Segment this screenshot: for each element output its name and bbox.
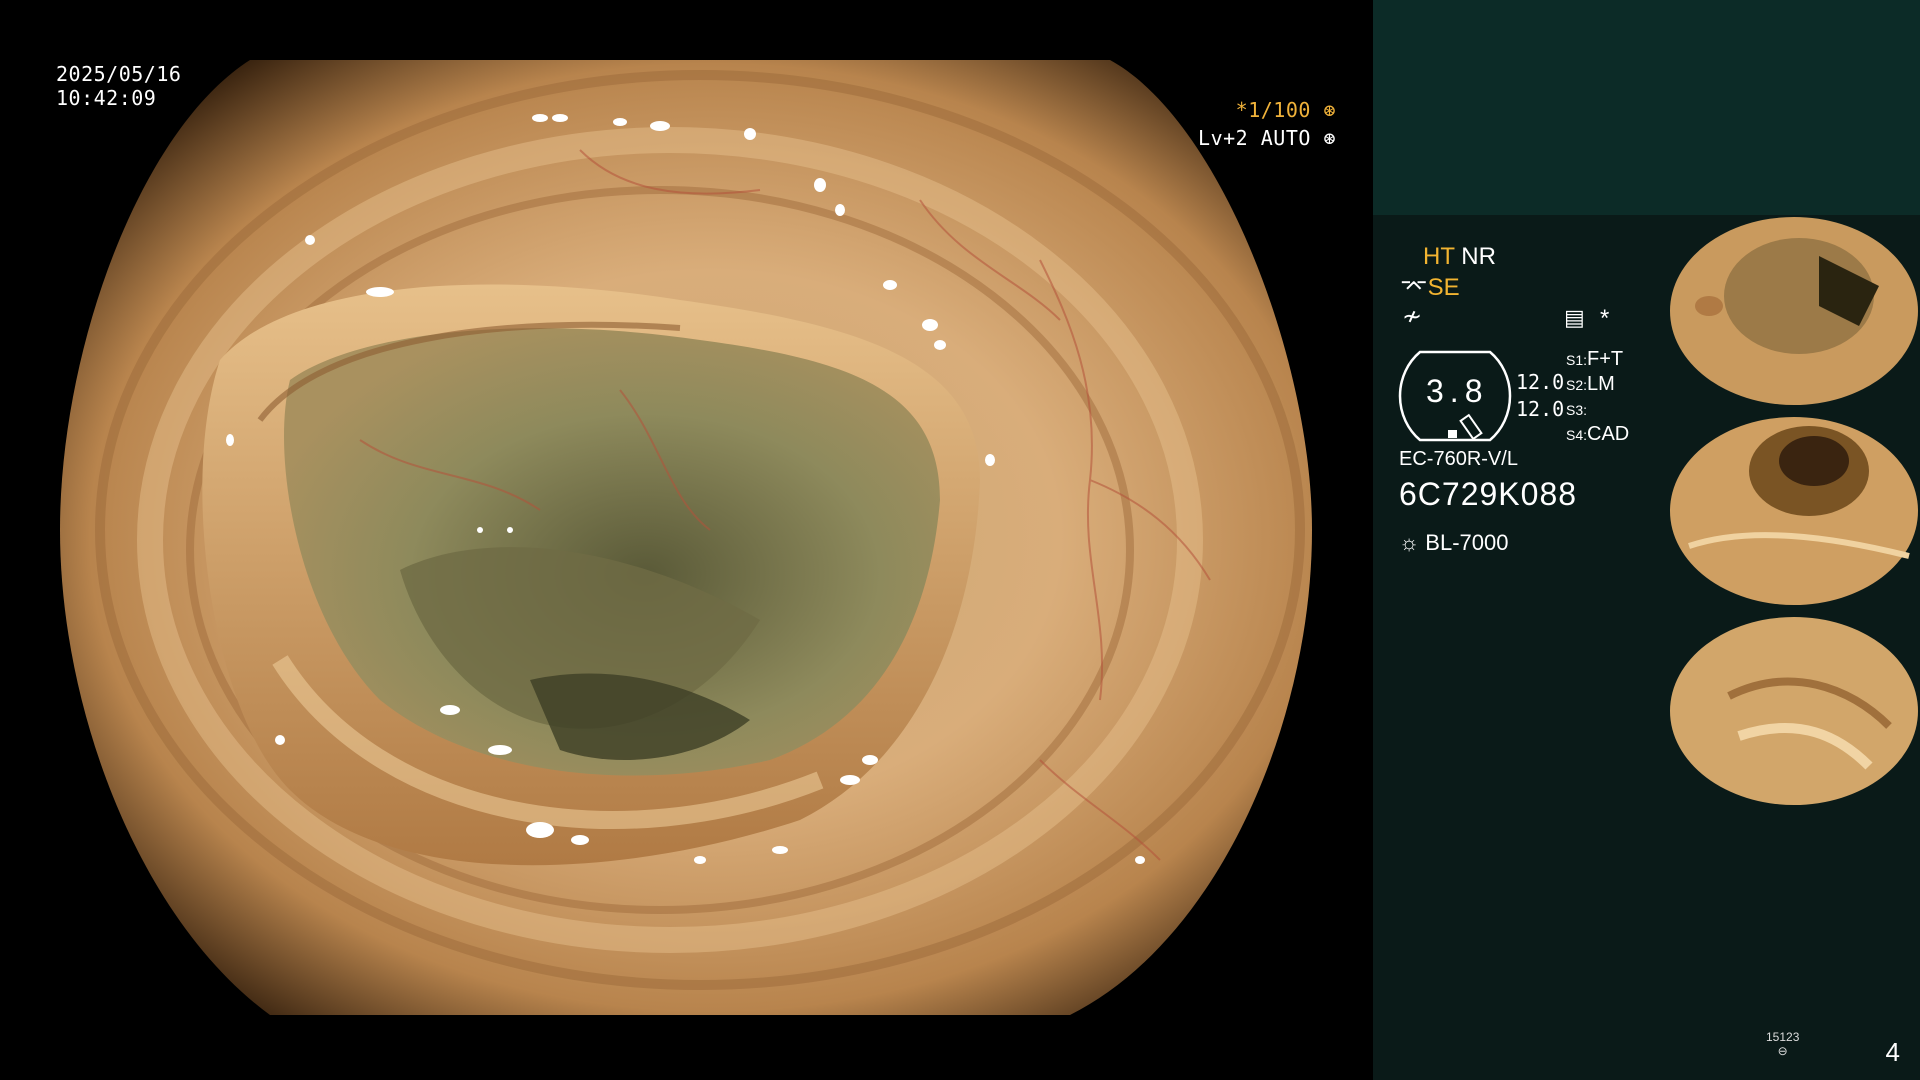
- structure-icon: ▤: [1564, 305, 1585, 330]
- freeze-icon: ≁: [1402, 303, 1423, 330]
- se-row: ⌤SE: [1400, 273, 1460, 302]
- iris-icon: ⊛: [1323, 126, 1336, 150]
- datetime-readout: 2025/05/16 10:42:09: [56, 62, 181, 110]
- value-b: 12.0: [1516, 397, 1565, 421]
- thumbnail-image: [1670, 617, 1918, 805]
- side-panel-header: [1373, 0, 1920, 215]
- shutter-text: *1/100: [1235, 98, 1311, 122]
- value-a: 12.0: [1516, 370, 1565, 394]
- disk-count: 15123: [1766, 1030, 1800, 1044]
- switch-s3: S3:: [1566, 402, 1588, 418]
- switch-s1: S1:F+T: [1566, 348, 1624, 370]
- disk-indicator: 15123 ⊖: [1766, 1030, 1799, 1058]
- ht-label: HT: [1423, 243, 1455, 270]
- thumbnail-image: [1670, 417, 1918, 605]
- level-text: Lv+2 AUTO: [1198, 126, 1311, 150]
- scope-model: EC-760R-V/L: [1399, 448, 1518, 470]
- date-text: 2025/05/16: [56, 62, 182, 86]
- disk-icon: ⊖: [1777, 1044, 1788, 1058]
- endoscopic-image: [60, 60, 1312, 1015]
- aperture-icon: ⊛: [1323, 98, 1336, 122]
- thumbnail-2[interactable]: [1669, 416, 1920, 606]
- endoscope-main-view: 2025/05/16 10:42:09 *1/100 ⊛ Lv+2 AUTO ⊛: [0, 0, 1372, 1080]
- nr-label: NR: [1461, 243, 1496, 270]
- image-index: 4: [1885, 1037, 1900, 1067]
- capture-thumbnails: [1669, 216, 1920, 816]
- light-source-text: BL-7000: [1425, 530, 1509, 555]
- brightness-level-readout: Lv+2 AUTO ⊛: [1198, 126, 1336, 150]
- light-source-icon: ☼: [1399, 530, 1420, 555]
- scope-serial: 6C729K088: [1399, 476, 1578, 512]
- shutter-readout: *1/100 ⊛: [1236, 98, 1336, 122]
- thumbnail-1[interactable]: [1669, 216, 1920, 406]
- se-label: SE: [1427, 274, 1460, 301]
- switch-s2: S2:LM: [1566, 373, 1615, 395]
- star-icon: *: [1600, 305, 1610, 332]
- enhance-icon: ⌤: [1400, 274, 1428, 301]
- ht-nr-row: HT NR: [1423, 243, 1496, 271]
- switch-s4: S4:CAD: [1566, 423, 1630, 445]
- light-source-row: ☼ BL-7000: [1399, 530, 1508, 556]
- time-text: 10:42:09: [56, 86, 157, 110]
- thumbnail-3[interactable]: [1669, 616, 1920, 806]
- gauge-value: 3.8: [1426, 373, 1489, 409]
- thumbnail-image: [1670, 217, 1918, 405]
